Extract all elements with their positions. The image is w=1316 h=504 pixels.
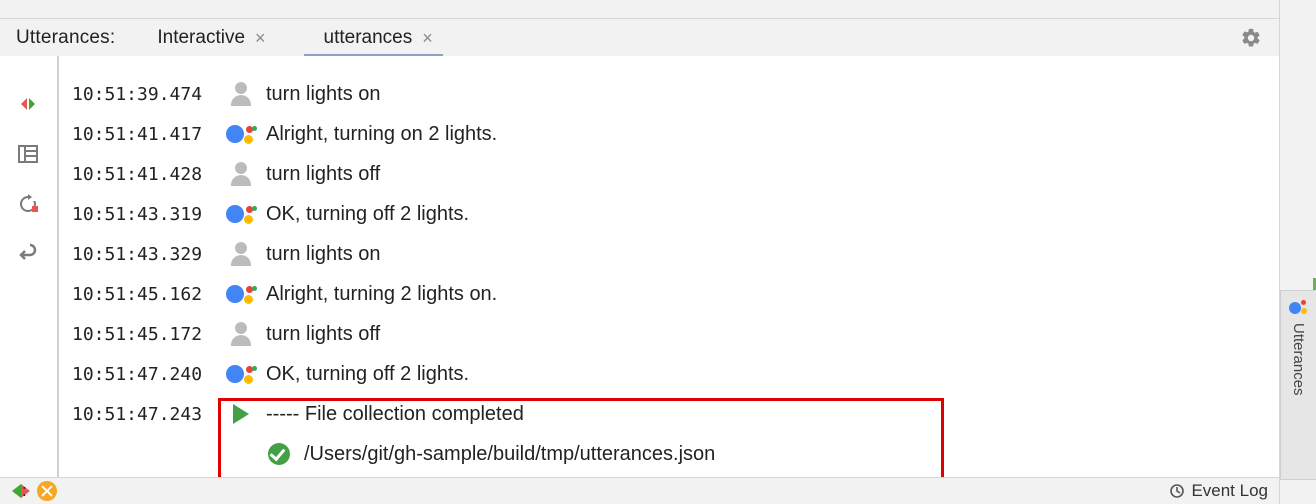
log-message[interactable]: /Users/git/gh-sample/build/tmp/utterance… [298, 443, 715, 466]
log-row: 10:51:41.428 turn lights off [66, 154, 1270, 194]
sidebar-tab-label: Utterances [1290, 323, 1307, 396]
timestamp: 10:51:43.319 [66, 204, 222, 225]
log-message: OK, turning off 2 lights. [260, 203, 469, 226]
undo-icon[interactable] [14, 240, 42, 268]
user-avatar-icon [222, 162, 260, 186]
timestamp: 10:51:47.240 [66, 364, 222, 385]
tab-bar: Utterances: Interactive × utterances × [0, 19, 1316, 58]
log-row: /Users/git/gh-sample/build/tmp/utterance… [66, 434, 1270, 474]
status-colon: : [22, 481, 27, 501]
event-log-label: Event Log [1191, 481, 1268, 501]
close-icon[interactable]: × [422, 28, 433, 49]
refresh-icon[interactable] [14, 190, 42, 218]
user-avatar-icon [222, 242, 260, 266]
tab-utterances[interactable]: utterances × [304, 19, 443, 57]
log-row: 10:51:45.162 Alright, turning 2 lights o… [66, 274, 1270, 314]
play-icon [222, 404, 260, 424]
assistant-icon [1289, 299, 1309, 317]
panel-title: Utterances: [0, 27, 137, 49]
log-row: 10:51:43.319 OK, turning off 2 lights. [66, 194, 1270, 234]
timestamp: 10:51:41.417 [66, 124, 222, 145]
log-message: turn lights off [260, 323, 380, 346]
user-avatar-icon [222, 322, 260, 346]
assistant-avatar-icon [222, 202, 260, 226]
right-sidebar: Utterances [1279, 0, 1316, 504]
log-row: 10:51:47.243 ----- File collection compl… [66, 394, 1270, 434]
assistant-avatar-icon [222, 362, 260, 386]
close-icon[interactable] [37, 481, 57, 501]
log-message: Alright, turning on 2 lights. [260, 123, 497, 146]
timestamp: 10:51:43.329 [66, 244, 222, 265]
log-row: 10:51:47.240 OK, turning off 2 lights. [66, 354, 1270, 394]
log-message: turn lights on [260, 83, 381, 106]
layout-icon[interactable] [14, 140, 42, 168]
log-message: turn lights on [260, 243, 381, 266]
log-message: OK, turning off 2 lights. [260, 363, 469, 386]
log-message: ----- File collection completed [260, 403, 524, 426]
tab-label: Interactive [157, 27, 245, 49]
user-avatar-icon [222, 82, 260, 106]
timestamp: 10:51:45.172 [66, 324, 222, 345]
log-message: Alright, turning 2 lights on. [260, 283, 497, 306]
tab-interactive[interactable]: Interactive × [137, 19, 275, 57]
outer-strip [0, 0, 1316, 19]
tab-label: utterances [324, 27, 413, 49]
log-row: 10:51:41.417 Alright, turning on 2 light… [66, 114, 1270, 154]
log-row: 10:51:43.329 turn lights on [66, 234, 1270, 274]
sidebar-tab-utterances[interactable]: Utterances [1280, 290, 1316, 480]
check-icon [222, 443, 298, 465]
timestamp: 10:51:47.243 [66, 404, 222, 425]
assistant-avatar-icon [222, 122, 260, 146]
tool-gutter [0, 56, 56, 478]
log-message: turn lights off [260, 163, 380, 186]
timestamp: 10:51:39.474 [66, 84, 222, 105]
log-area: 10:51:39.474 turn lights on 10:51:41.417… [56, 56, 1280, 478]
timestamp: 10:51:41.428 [66, 164, 222, 185]
swap-icon[interactable] [14, 90, 42, 118]
close-icon[interactable]: × [255, 28, 266, 49]
gear-icon[interactable] [1240, 27, 1262, 49]
scrollbar[interactable] [1280, 0, 1316, 284]
timestamp: 10:51:45.162 [66, 284, 222, 305]
status-bar: : Event Log [0, 477, 1280, 504]
log-row: 10:51:39.474 turn lights on [66, 74, 1270, 114]
log-row: 10:51:45.172 turn lights off [66, 314, 1270, 354]
gutter-line [57, 56, 59, 478]
assistant-avatar-icon [222, 282, 260, 306]
event-log-button[interactable]: Event Log [1169, 481, 1268, 501]
